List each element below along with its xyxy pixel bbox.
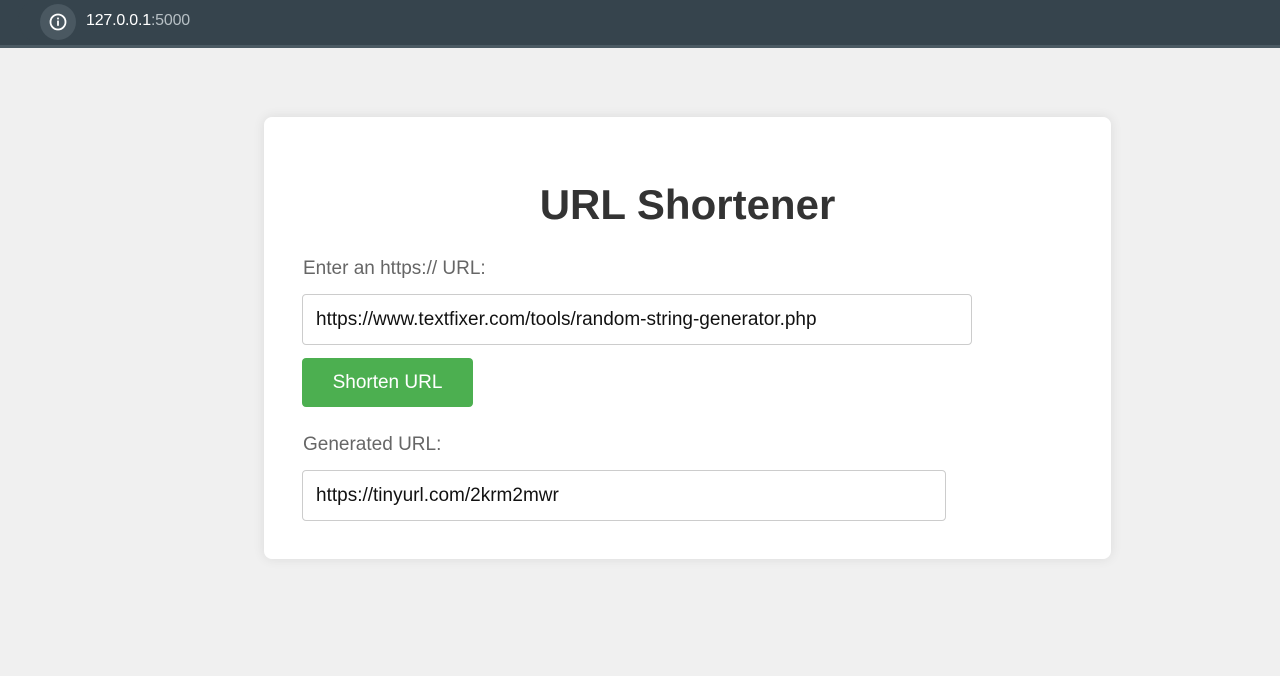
url-input[interactable] <box>302 294 972 345</box>
browser-toolbar: 127.0.0.1:5000 <box>0 0 1280 48</box>
address-port: :5000 <box>150 12 190 29</box>
info-circle-icon <box>49 13 67 31</box>
page-title: URL Shortener <box>539 181 836 228</box>
shortener-card: URL Shortener Enter an https:// URL: Sho… <box>264 117 1111 559</box>
address-text[interactable]: 127.0.0.1:5000 <box>86 11 190 31</box>
site-info-button[interactable] <box>40 4 76 40</box>
url-input-label: Enter an https:// URL: <box>303 258 486 279</box>
address-host: 127.0.0.1 <box>86 12 151 29</box>
shorten-url-button[interactable]: Shorten URL <box>302 358 473 407</box>
generated-url-field[interactable] <box>302 470 946 521</box>
generated-url-label: Generated URL: <box>303 434 442 455</box>
address-bar[interactable]: 127.0.0.1:5000 <box>18 0 1280 42</box>
